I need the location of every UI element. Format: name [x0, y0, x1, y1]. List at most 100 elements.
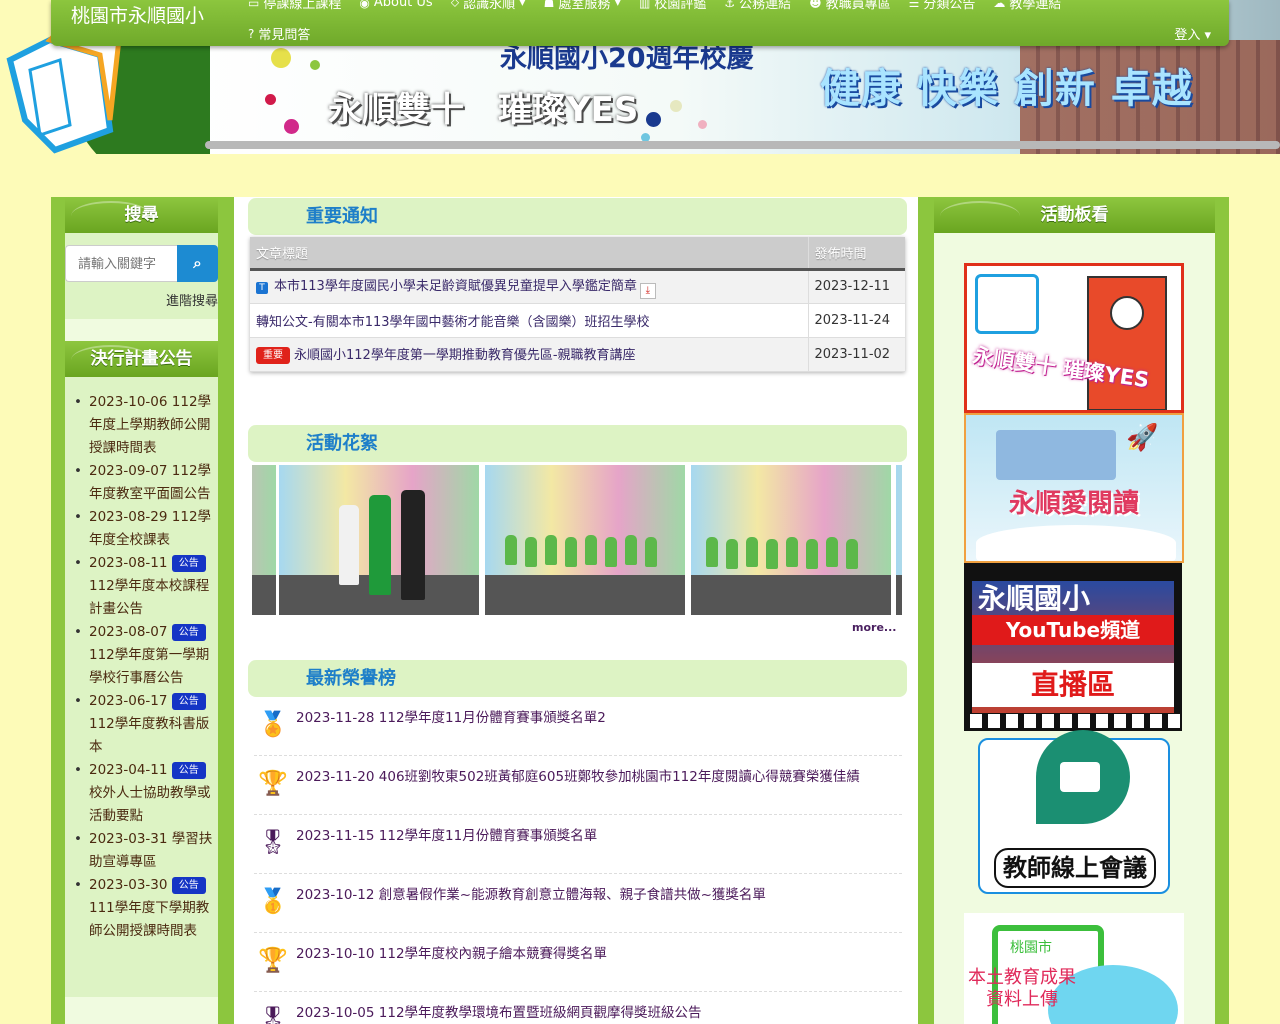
- plan-date: 2023-03-31: [89, 831, 168, 847]
- table-row[interactable]: 轉知公文-有關本市113學年國中藝術才能音樂（含國樂）班招生學校 2023-11-…: [250, 303, 905, 338]
- nav-item[interactable]: ☻ 教職員專區: [809, 0, 891, 12]
- meet-promo[interactable]: 教師線上會議: [978, 730, 1170, 894]
- banner-dot: [670, 100, 682, 112]
- nav-label: 處室服務: [558, 0, 611, 12]
- award-text: 2023-10-12 創意暑假作業~能源教育創意立體海報、親子食譜共做~獲獎名單: [296, 884, 766, 907]
- nav-item[interactable]: ☗ 處室服務 ▾: [544, 0, 621, 12]
- award-text: 2023-11-20 406班劉牧東502班黃郁庭605班鄭牧參加桃園市112年…: [296, 766, 860, 789]
- award-badge-icon: 🥇: [258, 887, 288, 915]
- nav-item[interactable]: ▥ 校園評鑑: [639, 0, 706, 12]
- plan-date: 2023-06-17: [89, 693, 168, 709]
- award-date: 2023-10-05: [296, 1005, 375, 1021]
- youtube-promo-channel: YouTube頻道: [972, 615, 1174, 645]
- plan-list-item[interactable]: 2023-06-17 公告 112學年度教科書版本: [65, 690, 218, 759]
- banner-scrollbar[interactable]: [205, 141, 1280, 149]
- board-heading: 活動板看: [934, 197, 1215, 233]
- award-text: 2023-10-10 112學年度校內親子繪本競賽得獎名單: [296, 943, 607, 966]
- award-date: 2023-11-28: [296, 710, 375, 726]
- plan-list-item[interactable]: 2023-03-30 公告 111學年度下學期教師公開授課時間表: [65, 874, 218, 943]
- award-item[interactable]: 🏅 2023-11-28 112學年度11月份體育賽事頒獎名單2: [254, 697, 902, 756]
- activity-gallery[interactable]: [252, 465, 902, 615]
- top-navigation: 桃園市永順國小 ▭ 停課線上課程 ◉ About Us ⬦ 認識永順 ▾ ☗ 處室服務 ▾ ▥ 校園評…: [51, 0, 1229, 46]
- site-title[interactable]: 桃園市永順國小: [71, 1, 204, 28]
- nav-item[interactable]: ? 常見問答: [248, 24, 310, 44]
- nav-item[interactable]: ◉ About Us: [359, 0, 432, 12]
- plan-date: 2023-08-07: [89, 624, 168, 640]
- award-text: 2023-11-28 112學年度11月份體育賽事頒獎名單2: [296, 707, 606, 730]
- banner-dot: [284, 119, 299, 134]
- award-item[interactable]: 🏆 2023-11-20 406班劉牧東502班黃郁庭605班鄭牧參加桃園市112…: [254, 756, 902, 815]
- award-date: 2023-10-10: [296, 946, 375, 962]
- plan-title: 校外人士協助教學或活動要點: [89, 785, 211, 824]
- banner-dot: [271, 48, 291, 68]
- notice-title-cell[interactable]: T 本市113學年度國民小學未足齡資賦優異兒童提早入學鑑定簡章 ⤓: [250, 269, 808, 304]
- gallery-photo[interactable]: [279, 465, 479, 615]
- advanced-search-link[interactable]: 進階搜尋: [65, 290, 218, 309]
- ribbon-medal-icon: 🎖: [257, 1005, 289, 1024]
- award-date: 2023-11-15: [296, 828, 375, 844]
- nav-item[interactable]: ▭ 停課線上課程: [248, 0, 341, 12]
- plan-title: 112學年度第一學期學校行事曆公告: [89, 647, 210, 686]
- nav-row-2: ? 常見問答: [248, 24, 310, 44]
- banner-motto-text: 健康 快樂 創新 卓越: [820, 66, 1193, 112]
- award-item[interactable]: 🏆 2023-10-10 112學年度校內親子繪本競賽得獎名單: [254, 933, 902, 992]
- table-row[interactable]: 重要 永順國小112學年度第一學期推動教育優先區-親職教育講座 2023-11-02: [250, 337, 905, 372]
- board-panel: 永順雙十 璀璨YES 🚀 永順愛閱讀 永順國小 YouTube頻道 直播區 教師…: [934, 233, 1215, 1024]
- plan-title: 111學年度下學期教師公開授課時間表: [89, 900, 210, 939]
- award-item[interactable]: 🎖 2023-10-05 112學年度教學環境布置暨班級網頁觀摩得獎班級公告: [254, 992, 902, 1024]
- login-menu[interactable]: 登入 ▾: [1174, 24, 1211, 43]
- upload-promo[interactable]: 桃園市 本土教育成果 資料上傳: [964, 913, 1184, 1024]
- banner-dot: [265, 94, 276, 105]
- nav-label: 認識永順: [463, 0, 516, 12]
- table-row[interactable]: T 本市113學年度國民小學未足齡資賦優異兒童提早入學鑑定簡章 ⤓ 2023-12-1…: [250, 269, 905, 304]
- awards-list: 🏅 2023-11-28 112學年度11月份體育賽事頒獎名單2 🏆 2023-11-…: [254, 697, 902, 1024]
- award-title: 112學年度11月份體育賽事頒獎名單: [378, 828, 598, 844]
- notice-title: 本市113學年度國民小學未足齡資賦優異兒童提早入學鑑定簡章: [274, 278, 637, 294]
- chevron-down-icon: ▾: [1204, 28, 1211, 43]
- announcement-badge: 公告: [171, 762, 206, 779]
- pdf-icon[interactable]: ⤓: [639, 282, 656, 299]
- nav-label: 停課線上課程: [263, 0, 342, 12]
- gallery-photo[interactable]: [896, 465, 902, 615]
- anniversary-promo[interactable]: 永順雙十 璀璨YES: [964, 263, 1184, 413]
- award-text: 2023-11-15 112學年度11月份體育賽事頒獎名單: [296, 825, 597, 848]
- notice-title-cell[interactable]: 重要 永順國小112學年度第一學期推動教育優先區-親職教育講座: [250, 337, 808, 372]
- nav-item[interactable]: ☰ 分類公告: [909, 0, 976, 12]
- nav-item[interactable]: ⬦ 認識永順 ▾: [451, 0, 526, 12]
- award-item[interactable]: 🥇 2023-10-12 創意暑假作業~能源教育創意立體海報、親子食譜共做~獲獎名…: [254, 874, 902, 933]
- nav-label: 教學連結: [1009, 0, 1062, 12]
- gallery-photo[interactable]: [485, 465, 685, 615]
- gallery-more-link[interactable]: more...: [852, 621, 896, 634]
- plan-list-item[interactable]: 2023-04-11 公告校外人士協助教學或活動要點: [65, 759, 218, 828]
- nav-icon: ◉: [359, 0, 370, 10]
- award-title: 112學年度11月份體育賽事頒獎名單2: [378, 710, 606, 726]
- plan-title: 112學年度教科書版本: [89, 716, 210, 755]
- meet-promo-text: 教師線上會議: [994, 848, 1156, 888]
- left-sidebar: 搜尋 ⌕ 進階搜尋 決行計畫公告 2023-10-06 112學年度上學期教師公…: [51, 197, 232, 1024]
- nav-item[interactable]: ☁ 教學連結: [993, 0, 1061, 12]
- youtube-promo[interactable]: 永順國小 YouTube頻道 直播區: [964, 563, 1182, 731]
- nav-icon: ⬦: [450, 0, 460, 9]
- plan-list-item[interactable]: 2023-10-06 112學年度上學期教師公開授課時間表: [65, 391, 218, 460]
- plan-list-item[interactable]: 2023-08-29 112學年度全校課表: [65, 506, 218, 552]
- award-title: 112學年度教學環境布置暨班級網頁觀摩得獎班級公告: [378, 1005, 702, 1021]
- plan-list-item[interactable]: 2023-09-07 112學年度教室平面圖公告: [65, 460, 218, 506]
- nav-item[interactable]: ⚓ 公務連結: [724, 0, 791, 12]
- search-input[interactable]: [65, 245, 177, 282]
- notice-title-cell[interactable]: 轉知公文-有關本市113學年國中藝術才能音樂（含國樂）班招生學校: [250, 303, 808, 338]
- plan-list-item[interactable]: 2023-03-31 學習扶助宣導專區: [65, 828, 218, 874]
- school-logo-small: [975, 274, 1039, 334]
- trophy-person-icon: 🏅: [258, 710, 288, 738]
- reading-promo[interactable]: 🚀 永順愛閱讀: [964, 413, 1184, 563]
- award-date: 2023-11-20: [296, 769, 375, 785]
- nav-label: 分類公告: [923, 0, 976, 12]
- award-item[interactable]: 🎖 2023-11-15 112學年度11月份體育賽事頒獎名單: [254, 815, 902, 874]
- gallery-photo[interactable]: [252, 465, 276, 615]
- award-title: 112學年度校內親子繪本競賽得獎名單: [378, 946, 608, 962]
- plan-list-item[interactable]: 2023-08-07 公告 112學年度第一學期學校行事曆公告: [65, 621, 218, 690]
- plan-list-item[interactable]: 2023-08-11 公告 112學年度本校課程計畫公告: [65, 552, 218, 621]
- nav-row-1: ▭ 停課線上課程 ◉ About Us ⬦ 認識永順 ▾ ☗ 處室服務 ▾ ▥ 校園評鑑 ⚓ 公務連結 ☻ 教…: [248, 0, 1061, 12]
- gallery-photo[interactable]: [691, 465, 891, 615]
- search-button[interactable]: ⌕: [177, 245, 218, 282]
- banner-dot: [310, 60, 320, 70]
